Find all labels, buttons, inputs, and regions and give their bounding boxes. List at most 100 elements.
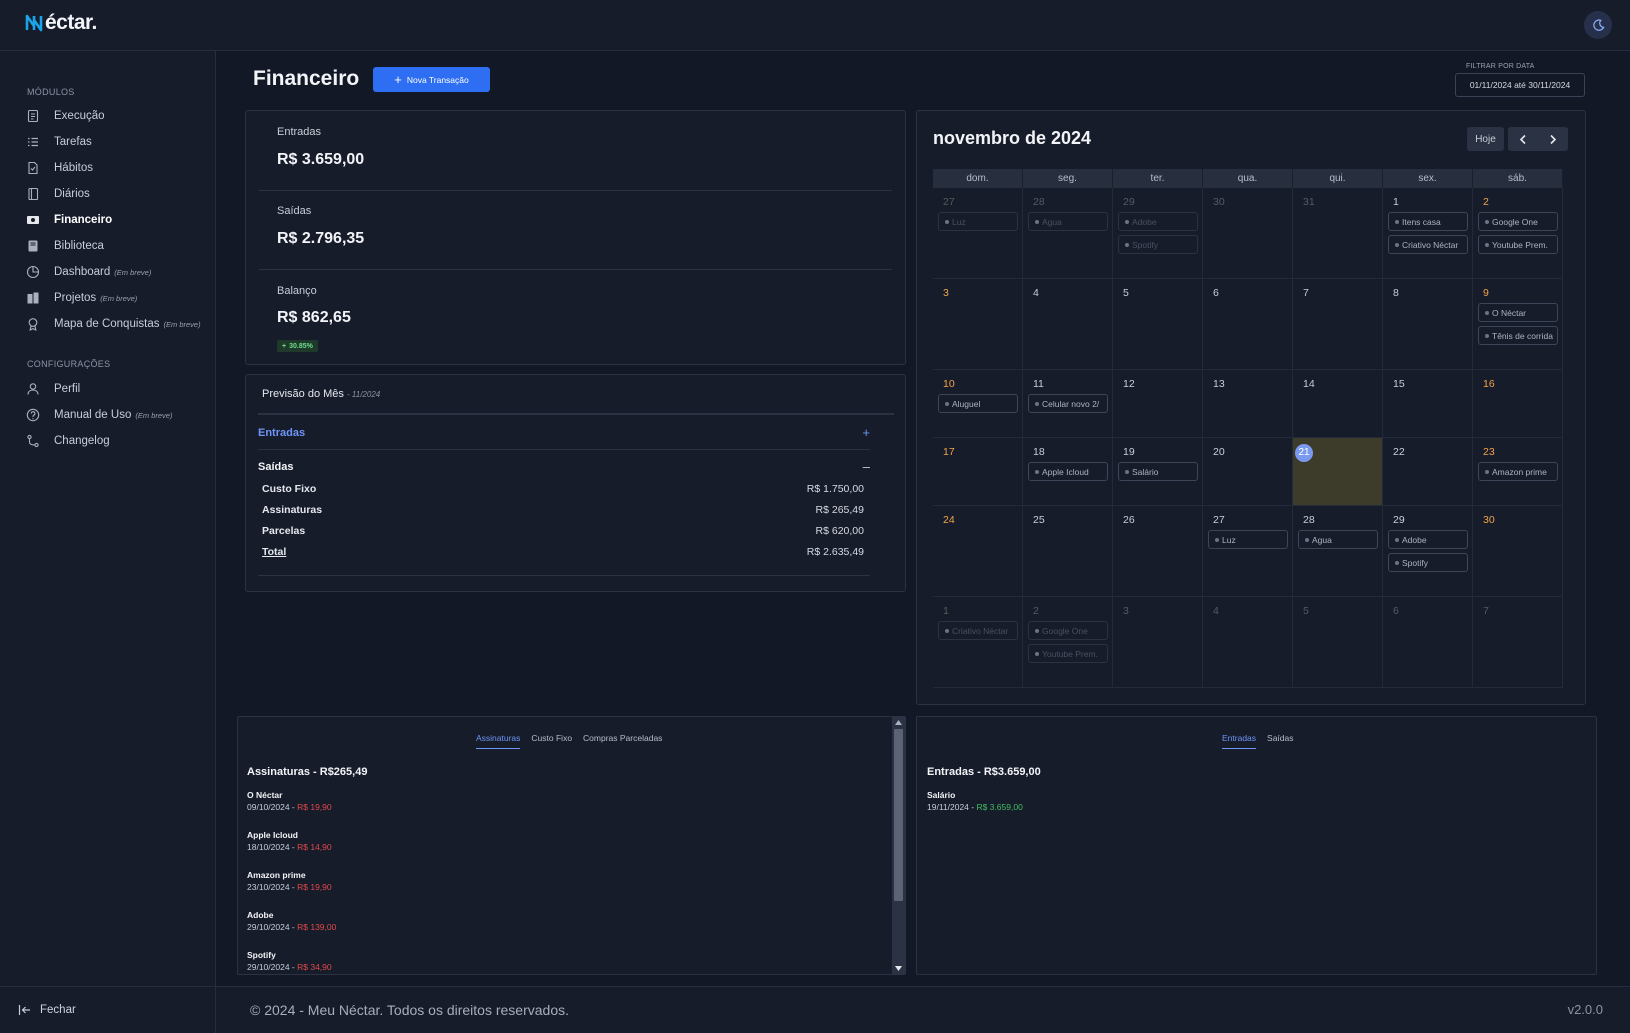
- calendar-day[interactable]: 29 Adobe Spotify: [1383, 506, 1473, 596]
- calendar-day[interactable]: 8: [1383, 279, 1473, 369]
- next-month-button[interactable]: [1538, 127, 1568, 151]
- expenses-scrollbar[interactable]: [892, 717, 905, 974]
- list-item[interactable]: Amazon prime 23/10/2024 - R$ 19,90: [247, 870, 332, 892]
- calendar-day[interactable]: 23 Amazon prime: [1473, 438, 1563, 505]
- tab-custo-fixo[interactable]: Custo Fixo: [531, 733, 572, 749]
- calendar-day[interactable]: 27 Luz: [1203, 506, 1293, 596]
- calendar-day[interactable]: 6: [1383, 597, 1473, 687]
- calendar-event[interactable]: Criativo Néctar: [1388, 235, 1468, 254]
- theme-toggle-button[interactable]: [1584, 11, 1612, 39]
- list-item[interactable]: Apple Icloud 18/10/2024 - R$ 14,90: [247, 830, 332, 852]
- app-logo[interactable]: éctar.: [24, 11, 97, 35]
- calendar-day[interactable]: 25: [1023, 506, 1113, 596]
- calendar-day[interactable]: 27 Luz: [933, 188, 1023, 278]
- tab-assinaturas[interactable]: Assinaturas: [476, 733, 521, 749]
- sidebar-item-financeiro[interactable]: Financeiro: [26, 207, 211, 233]
- calendar-event[interactable]: Youtube Prem.: [1028, 644, 1108, 663]
- calendar-day[interactable]: 18 Apple Icloud: [1023, 438, 1113, 505]
- forecast-entradas-toggle[interactable]: Entradas +: [258, 425, 870, 440]
- calendar-day[interactable]: 2 Google One Youtube Prem.: [1023, 597, 1113, 687]
- calendar-day[interactable]: 31: [1293, 188, 1383, 278]
- calendar-day[interactable]: 11 Celular novo 2/: [1023, 370, 1113, 437]
- calendar-event[interactable]: Criativo Néctar: [938, 621, 1018, 640]
- calendar-day[interactable]: 3: [933, 279, 1023, 369]
- calendar-event[interactable]: Google One: [1478, 212, 1558, 231]
- calendar-day[interactable]: 20: [1203, 438, 1293, 505]
- calendar-day[interactable]: 4: [1203, 597, 1293, 687]
- calendar-day[interactable]: 7: [1473, 597, 1563, 687]
- sidebar-item-perfil[interactable]: Perfil: [26, 376, 211, 402]
- sidebar-item-projetos[interactable]: Projetos (Em breve): [26, 285, 211, 311]
- calendar-day[interactable]: 9 O Néctar Tênis de corrida: [1473, 279, 1563, 369]
- calendar-event[interactable]: Spotify: [1118, 235, 1198, 254]
- calendar-day[interactable]: 7: [1293, 279, 1383, 369]
- today-button[interactable]: Hoje: [1467, 127, 1504, 151]
- calendar-day[interactable]: 1 Itens casa Criativo Néctar: [1383, 188, 1473, 278]
- calendar-day[interactable]: 22: [1383, 438, 1473, 505]
- calendar-event[interactable]: Itens casa: [1388, 212, 1468, 231]
- calendar-day[interactable]: 12: [1113, 370, 1203, 437]
- sidebar-item-habitos[interactable]: Hábitos: [26, 155, 211, 181]
- calendar-day[interactable]: 1 Criativo Néctar: [933, 597, 1023, 687]
- calendar-day[interactable]: 3: [1113, 597, 1203, 687]
- calendar-day[interactable]: 13: [1203, 370, 1293, 437]
- sidebar-item-execucao[interactable]: Execução: [26, 103, 211, 129]
- sidebar-item-changelog[interactable]: Changelog: [26, 428, 211, 454]
- calendar-event[interactable]: Tênis de corrida: [1478, 326, 1558, 345]
- sidebar-item-manual-de-uso[interactable]: Manual de Uso (Em breve): [26, 402, 211, 428]
- calendar-event[interactable]: Agua: [1298, 530, 1378, 549]
- calendar-event[interactable]: Youtube Prem.: [1478, 235, 1558, 254]
- list-item[interactable]: Adobe 29/10/2024 - R$ 139,00: [247, 910, 336, 932]
- calendar-day[interactable]: 5: [1293, 597, 1383, 687]
- date-filter-input[interactable]: 01/11/2024 até 30/11/2024: [1455, 73, 1585, 97]
- calendar-day[interactable]: 2 Google One Youtube Prem.: [1473, 188, 1563, 278]
- calendar-event[interactable]: Amazon prime: [1478, 462, 1558, 481]
- new-transaction-button[interactable]: + Nova Transação: [373, 67, 490, 92]
- tab-saidas[interactable]: Saídas: [1267, 733, 1293, 749]
- calendar-day[interactable]: 16: [1473, 370, 1563, 437]
- calendar-day[interactable]: 10 Aluguel: [933, 370, 1023, 437]
- calendar-event[interactable]: Salário: [1118, 462, 1198, 481]
- calendar-day[interactable]: 26: [1113, 506, 1203, 596]
- tab-entradas[interactable]: Entradas: [1222, 733, 1257, 749]
- calendar-day[interactable]: 29 Adobe Spotify: [1113, 188, 1203, 278]
- calendar-event[interactable]: Luz: [1208, 530, 1288, 549]
- list-item[interactable]: Spotify 29/10/2024 - R$ 34,90: [247, 950, 332, 972]
- calendar-day[interactable]: 28 Agua: [1293, 506, 1383, 596]
- list-item[interactable]: O Néctar 09/10/2024 - R$ 19,90: [247, 790, 332, 812]
- sidebar-item-diarios[interactable]: Diários: [26, 181, 211, 207]
- calendar-event[interactable]: Adobe: [1118, 212, 1198, 231]
- calendar-day[interactable]: 19 Salário: [1113, 438, 1203, 505]
- calendar-day[interactable]: 15: [1383, 370, 1473, 437]
- sidebar-item-biblioteca[interactable]: Biblioteca: [26, 233, 211, 259]
- calendar-day[interactable]: 30: [1203, 188, 1293, 278]
- tab-compras-parceladas[interactable]: Compras Parceladas: [583, 733, 662, 749]
- forecast-saidas-toggle[interactable]: Saídas –: [258, 459, 870, 474]
- sidebar-item-dashboard[interactable]: Dashboard (Em breve): [26, 259, 211, 285]
- forecast-row-value: R$ 620,00: [815, 525, 864, 537]
- calendar-day[interactable]: 24: [933, 506, 1023, 596]
- calendar-event[interactable]: Adobe: [1388, 530, 1468, 549]
- prev-month-button[interactable]: [1508, 127, 1538, 151]
- calendar-event[interactable]: O Néctar: [1478, 303, 1558, 322]
- calendar-day[interactable]: 28 Agua: [1023, 188, 1113, 278]
- calendar-day[interactable]: 14: [1293, 370, 1383, 437]
- calendar-event[interactable]: Celular novo 2/: [1028, 394, 1108, 413]
- calendar-event[interactable]: Spotify: [1388, 553, 1468, 572]
- calendar-day-today[interactable]: 21: [1293, 438, 1383, 505]
- calendar-day[interactable]: 6: [1203, 279, 1293, 369]
- calendar-day[interactable]: 17: [933, 438, 1023, 505]
- calendar-event[interactable]: Aluguel: [938, 394, 1018, 413]
- calendar-day[interactable]: 4: [1023, 279, 1113, 369]
- calendar-day[interactable]: 5: [1113, 279, 1203, 369]
- calendar-event[interactable]: Luz: [938, 212, 1018, 231]
- calendar-event[interactable]: Agua: [1028, 212, 1108, 231]
- close-sidebar-button[interactable]: Fechar: [0, 986, 216, 1033]
- calendar-day[interactable]: 30: [1473, 506, 1563, 596]
- calendar-event[interactable]: Google One: [1028, 621, 1108, 640]
- list-item[interactable]: Salário 19/11/2024 - R$ 3.659,00: [927, 790, 1023, 812]
- scrollbar-thumb[interactable]: [894, 729, 903, 901]
- sidebar-item-mapa-de-conquistas[interactable]: Mapa de Conquistas (Em breve): [26, 311, 211, 337]
- calendar-event[interactable]: Apple Icloud: [1028, 462, 1108, 481]
- sidebar-item-tarefas[interactable]: Tarefas: [26, 129, 211, 155]
